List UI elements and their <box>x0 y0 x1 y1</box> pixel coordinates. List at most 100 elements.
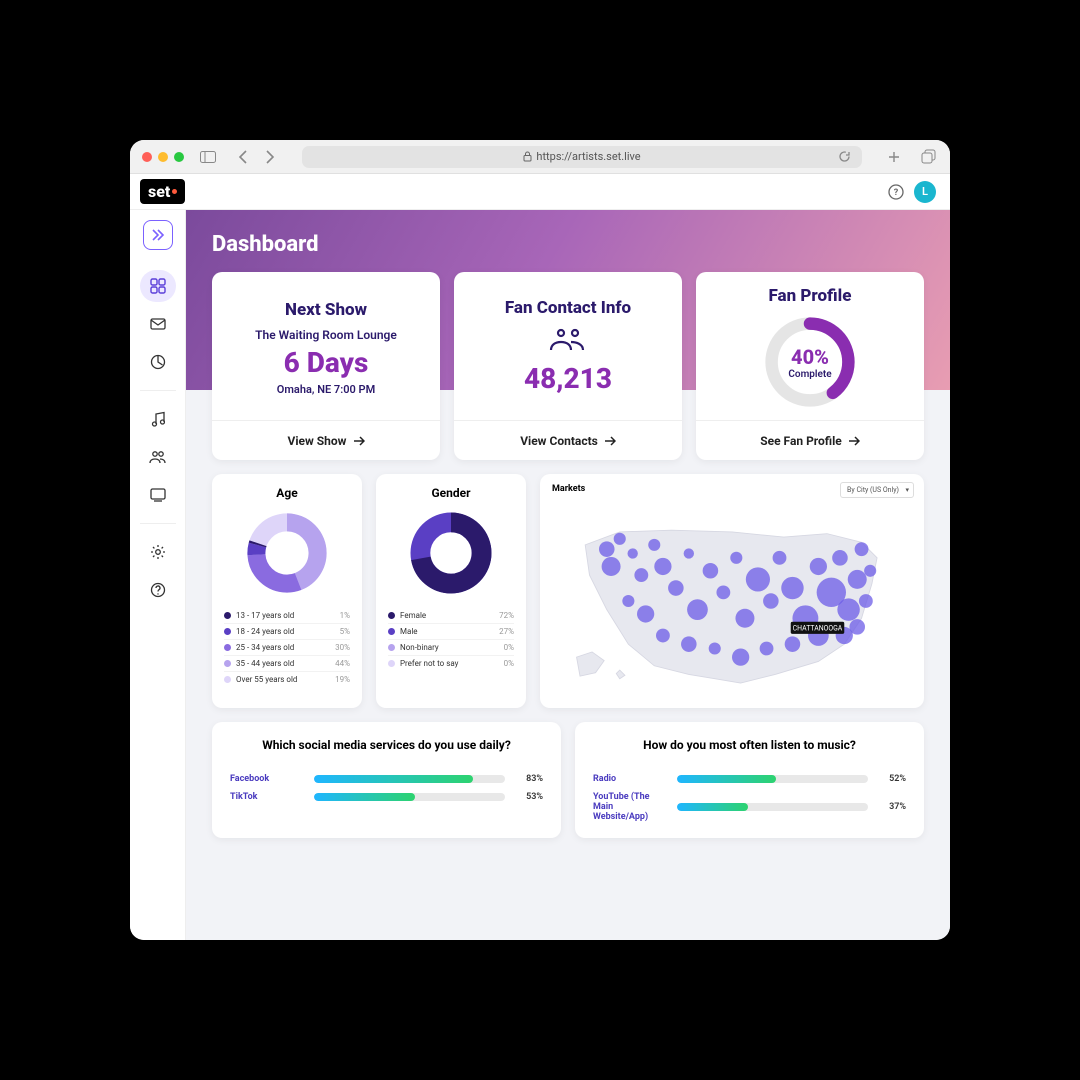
legend-label: Male <box>400 627 494 636</box>
view-contacts-button[interactable]: View Contacts <box>454 420 682 460</box>
brand-logo[interactable]: set <box>140 179 185 204</box>
browser-window: https://artists.set.live set ? L <box>130 140 950 940</box>
sidebar-item-help[interactable] <box>142 574 174 606</box>
minimize-window-icon[interactable] <box>158 152 168 162</box>
bar-pct: 53% <box>513 792 543 802</box>
url-text: https://artists.set.live <box>536 150 640 163</box>
legend-swatch <box>224 676 231 683</box>
traffic-lights <box>142 152 184 162</box>
legend-row: Over 55 years old19% <box>224 672 350 687</box>
legend-pct: 30% <box>335 643 350 652</box>
bar-label: Radio <box>593 774 669 784</box>
legend-swatch <box>224 660 231 667</box>
maximize-window-icon[interactable] <box>174 152 184 162</box>
legend-label: Over 55 years old <box>236 675 330 684</box>
svg-text:?: ? <box>894 188 899 198</box>
next-show-countdown: 6 Days <box>284 346 369 379</box>
survey-bar-row: Facebook83% <box>224 770 549 788</box>
legend-swatch <box>224 644 231 651</box>
legend-row: Male27% <box>388 624 514 640</box>
brand-logo-text: set <box>148 182 170 201</box>
browser-chrome: https://artists.set.live <box>130 140 950 174</box>
markets-tooltip: CHATTANOOGA <box>793 624 843 632</box>
markets-title: Markets <box>552 484 585 494</box>
markets-dropdown[interactable]: By City (US Only) <box>840 482 914 498</box>
bar-label: YouTube (The Main Website/App) <box>593 792 669 822</box>
sidebar-item-fans[interactable] <box>142 441 174 473</box>
view-show-button[interactable]: View Show <box>212 420 440 460</box>
age-donut <box>224 508 350 598</box>
help-icon[interactable]: ? <box>888 184 904 200</box>
bar-fill <box>314 775 473 783</box>
sidebar-item-dashboard[interactable] <box>140 270 176 302</box>
legend-swatch <box>224 612 231 619</box>
legend-pct: 44% <box>335 659 350 668</box>
legend-swatch <box>388 628 395 635</box>
url-bar[interactable]: https://artists.set.live <box>302 146 862 168</box>
bar-track <box>677 803 868 811</box>
next-show-title: Next Show <box>285 300 367 320</box>
summary-cards: Next Show The Waiting Room Lounge 6 Days… <box>186 272 950 460</box>
gender-legend: Female72%Male27%Non-binary0%Prefer not t… <box>388 608 514 671</box>
see-profile-button[interactable]: See Fan Profile <box>696 420 924 460</box>
new-tab-icon[interactable] <box>884 147 904 167</box>
legend-label: Prefer not to say <box>400 659 499 668</box>
contacts-count: 48,213 <box>524 362 612 395</box>
legend-swatch <box>388 660 395 667</box>
gender-donut <box>388 508 514 598</box>
legend-row: Prefer not to say 0% <box>388 656 514 671</box>
bar-pct: 37% <box>876 802 906 812</box>
next-show-location: Omaha, NE 7:00 PM <box>277 383 375 396</box>
sidebar-item-music[interactable] <box>142 403 174 435</box>
bar-fill <box>677 775 776 783</box>
legend-swatch <box>224 628 231 635</box>
arrow-right-icon <box>848 436 860 446</box>
view-show-label: View Show <box>288 434 347 448</box>
social-survey-title: Which social media services do you use d… <box>224 734 549 762</box>
gender-title: Gender <box>388 486 514 500</box>
sidebar-item-settings[interactable] <box>142 536 174 568</box>
back-icon[interactable] <box>232 147 252 167</box>
legend-row: 25 - 34 years old30% <box>224 640 350 656</box>
sidebar-item-messages[interactable] <box>142 308 174 340</box>
see-profile-label: See Fan Profile <box>760 434 842 448</box>
nav-arrows <box>232 147 280 167</box>
avatar-initial: L <box>922 185 928 198</box>
legend-row: 13 - 17 years old1% <box>224 608 350 624</box>
legend-label: 13 - 17 years old <box>236 611 335 620</box>
legend-swatch <box>388 644 395 651</box>
sidebar-expand-button[interactable] <box>143 220 173 250</box>
bar-pct: 52% <box>876 774 906 784</box>
forward-icon[interactable] <box>260 147 280 167</box>
arrow-right-icon <box>604 436 616 446</box>
demographics-row: Age 13 - 17 years old1%18 - 24 years old… <box>186 460 950 722</box>
panel-music-survey: How do you most often listen to music? R… <box>575 722 924 838</box>
legend-label: Female <box>400 611 494 620</box>
survey-row: Which social media services do you use d… <box>186 722 950 852</box>
arrow-right-icon <box>353 436 365 446</box>
panel-age: Age 13 - 17 years old1%18 - 24 years old… <box>212 474 362 708</box>
age-legend: 13 - 17 years old1%18 - 24 years old5%25… <box>224 608 350 687</box>
bar-track <box>677 775 868 783</box>
legend-pct: 0% <box>504 659 514 668</box>
brand-pip-icon <box>172 189 177 194</box>
markets-dropdown-label: By City (US Only) <box>847 486 899 494</box>
music-survey-title: How do you most often listen to music? <box>587 734 912 762</box>
panel-social-survey: Which social media services do you use d… <box>212 722 561 838</box>
survey-bar-row: TikTok53% <box>224 788 549 806</box>
sidebar-toggle-icon[interactable] <box>198 147 218 167</box>
avatar[interactable]: L <box>914 181 936 203</box>
card-fan-profile: Fan Profile 40% Complete See Fan Profile <box>696 272 924 460</box>
panel-markets: Markets By City (US Only) CHATTANOOGA <box>540 474 924 708</box>
markets-map[interactable]: CHATTANOOGA <box>552 506 912 696</box>
contacts-title: Fan Contact Info <box>505 298 631 318</box>
lock-icon <box>523 151 532 162</box>
legend-swatch <box>388 612 395 619</box>
sidebar-item-analytics[interactable] <box>142 346 174 378</box>
close-window-icon[interactable] <box>142 152 152 162</box>
tabs-overview-icon[interactable] <box>918 147 938 167</box>
bar-label: Facebook <box>230 774 306 784</box>
reload-icon[interactable] <box>834 147 854 167</box>
age-title: Age <box>224 486 350 500</box>
sidebar-item-content[interactable] <box>142 479 174 511</box>
